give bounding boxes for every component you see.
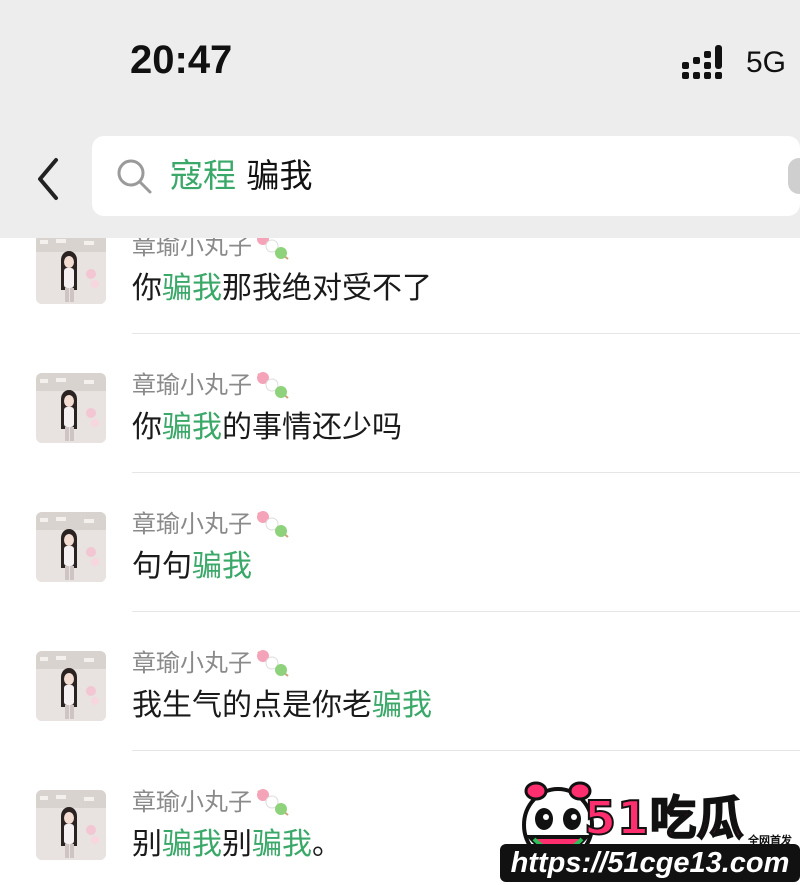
message-keyword: 骗我 (192, 549, 252, 584)
back-button[interactable] (30, 154, 70, 204)
result-message: 我生气的点是你老骗我 (132, 687, 432, 725)
result-message: 你骗我的事情还少吗 (132, 409, 402, 447)
result-sender: 章瑜小丸子 (132, 647, 292, 678)
dango-emoji-icon (257, 650, 289, 677)
sender-name: 章瑜小丸子 (132, 788, 252, 816)
search-result-item[interactable]: 章瑜小丸子你骗我的事情还少吗 (0, 357, 800, 495)
result-message: 别骗我别骗我。 (132, 826, 342, 864)
message-text: 我生气的点是你老 (132, 688, 372, 723)
divider (132, 750, 800, 751)
search-input[interactable]: 寇程 骗我 (92, 136, 800, 216)
message-keyword: 骗我 (252, 827, 312, 862)
message-text: 别 (222, 827, 252, 862)
divider (132, 333, 800, 334)
avatar (36, 512, 106, 582)
signal-bars-icon (682, 45, 722, 79)
avatar (36, 238, 106, 304)
scroll-indicator (788, 158, 800, 194)
search-result-item[interactable]: 章瑜小丸子句句骗我 (0, 496, 800, 634)
divider (132, 611, 800, 612)
search-result-item[interactable]: 章瑜小丸子我生气的点是你老骗我 (0, 635, 800, 773)
message-keyword: 骗我 (162, 271, 222, 306)
search-keyword-text: 骗我 (236, 156, 313, 195)
search-header: 寇程 骗我 (0, 120, 800, 238)
avatar (36, 373, 106, 443)
message-keyword: 骗我 (162, 410, 222, 445)
result-message: 句句骗我 (132, 548, 252, 586)
result-sender: 章瑜小丸子 (132, 786, 292, 817)
avatar (36, 790, 106, 860)
avatar (36, 651, 106, 721)
watermark-url: https://51cge13.com (500, 844, 800, 882)
result-sender: 章瑜小丸子 (132, 369, 292, 400)
network-type: 5G (746, 46, 787, 79)
message-text: 你 (132, 271, 162, 306)
message-text: 的事情还少吗 (222, 410, 402, 445)
divider (132, 472, 800, 473)
search-result-item[interactable]: 章瑜小丸子你骗我那我绝对受不了 (0, 238, 800, 356)
result-sender: 章瑜小丸子 (132, 238, 292, 261)
chevron-left-icon (38, 158, 58, 200)
dango-emoji-icon (257, 789, 289, 816)
sender-name: 章瑜小丸子 (132, 649, 252, 677)
message-keyword: 骗我 (372, 688, 432, 723)
message-text: 句句 (132, 549, 192, 584)
dango-emoji-icon (257, 372, 289, 399)
dango-emoji-icon (257, 511, 289, 538)
status-time: 20:47 (130, 38, 233, 82)
search-icon (117, 159, 152, 194)
dango-emoji-icon (257, 238, 289, 260)
search-query[interactable]: 寇程 骗我 (170, 154, 313, 198)
message-text: 你 (132, 410, 162, 445)
sender-name: 章瑜小丸子 (132, 371, 252, 399)
search-keyword-contact: 寇程 (170, 156, 236, 195)
sender-name: 章瑜小丸子 (132, 510, 252, 538)
message-keyword: 骗我 (162, 827, 222, 862)
message-text: 别 (132, 827, 162, 862)
message-text: 。 (312, 827, 342, 862)
status-bar: 20:47 5G (0, 0, 800, 120)
result-sender: 章瑜小丸子 (132, 508, 292, 539)
message-text: 那我绝对受不了 (222, 271, 432, 306)
sender-name: 章瑜小丸子 (132, 238, 252, 260)
result-message: 你骗我那我绝对受不了 (132, 270, 432, 308)
watermark-logo: 51吃瓜 (583, 790, 745, 846)
